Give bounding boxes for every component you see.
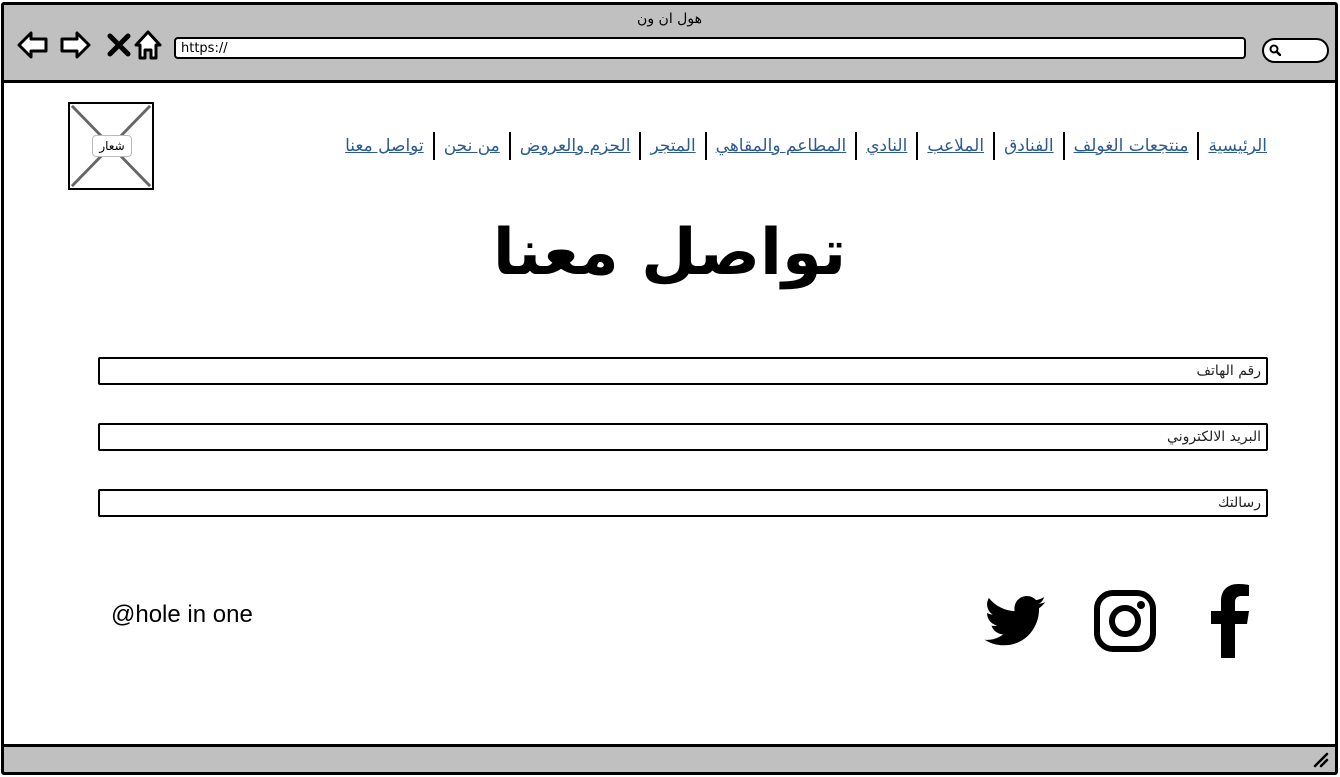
message-field[interactable] [98, 489, 1268, 517]
back-arrow-icon[interactable] [16, 28, 50, 62]
nav-divider [1197, 132, 1200, 160]
nav-item-packages[interactable]: الحزم والعروض [520, 136, 631, 156]
nav-item-shop[interactable]: المتجر [650, 136, 695, 156]
browser-window: هول ان ون شعار الرئيسية منتجعات الغولف ا… [1, 2, 1338, 775]
main-nav: الرئيسية منتجعات الغولف الفنادق الملاعب … [345, 131, 1267, 161]
nav-divider [704, 132, 707, 160]
logo-placeholder[interactable]: شعار [68, 102, 154, 190]
nav-item-contact[interactable]: تواصل معنا [345, 136, 424, 156]
page-title: تواصل معنا [492, 216, 847, 290]
nav-item-home[interactable]: الرئيسية [1208, 136, 1267, 156]
instagram-icon[interactable] [1093, 589, 1157, 653]
nav-divider [432, 132, 435, 160]
nav-item-restaurants[interactable]: المطاعم والمقاهي [716, 136, 847, 156]
nav-item-golf-resorts[interactable]: منتجعات الغولف [1074, 136, 1189, 156]
window-title: هول ان ون [637, 11, 702, 27]
nav-item-hotels[interactable]: الفنادق [1004, 136, 1054, 156]
phone-field[interactable] [98, 357, 1268, 385]
home-icon[interactable] [131, 28, 165, 62]
nav-divider [916, 132, 919, 160]
nav-item-about[interactable]: من نحن [444, 136, 500, 156]
browser-toolbar: هول ان ون [4, 5, 1335, 83]
search-icon [1269, 44, 1281, 56]
email-field[interactable] [98, 423, 1268, 451]
social-handle: @hole in one [111, 601, 253, 628]
status-bar [4, 744, 1335, 772]
nav-item-club[interactable]: النادي [866, 136, 907, 156]
logo-label: شعار [92, 135, 132, 157]
twitter-icon[interactable] [979, 590, 1053, 652]
resize-grip-icon[interactable] [1313, 752, 1329, 768]
nav-divider [639, 132, 642, 160]
nav-divider [855, 132, 858, 160]
forward-arrow-icon[interactable] [58, 28, 92, 62]
nav-item-courses[interactable]: الملاعب [927, 136, 984, 156]
browser-search-field[interactable] [1262, 38, 1329, 63]
facebook-icon[interactable] [1209, 584, 1253, 658]
nav-divider [1062, 132, 1065, 160]
nav-divider [993, 132, 996, 160]
address-bar[interactable] [174, 37, 1246, 59]
nav-divider [508, 132, 511, 160]
